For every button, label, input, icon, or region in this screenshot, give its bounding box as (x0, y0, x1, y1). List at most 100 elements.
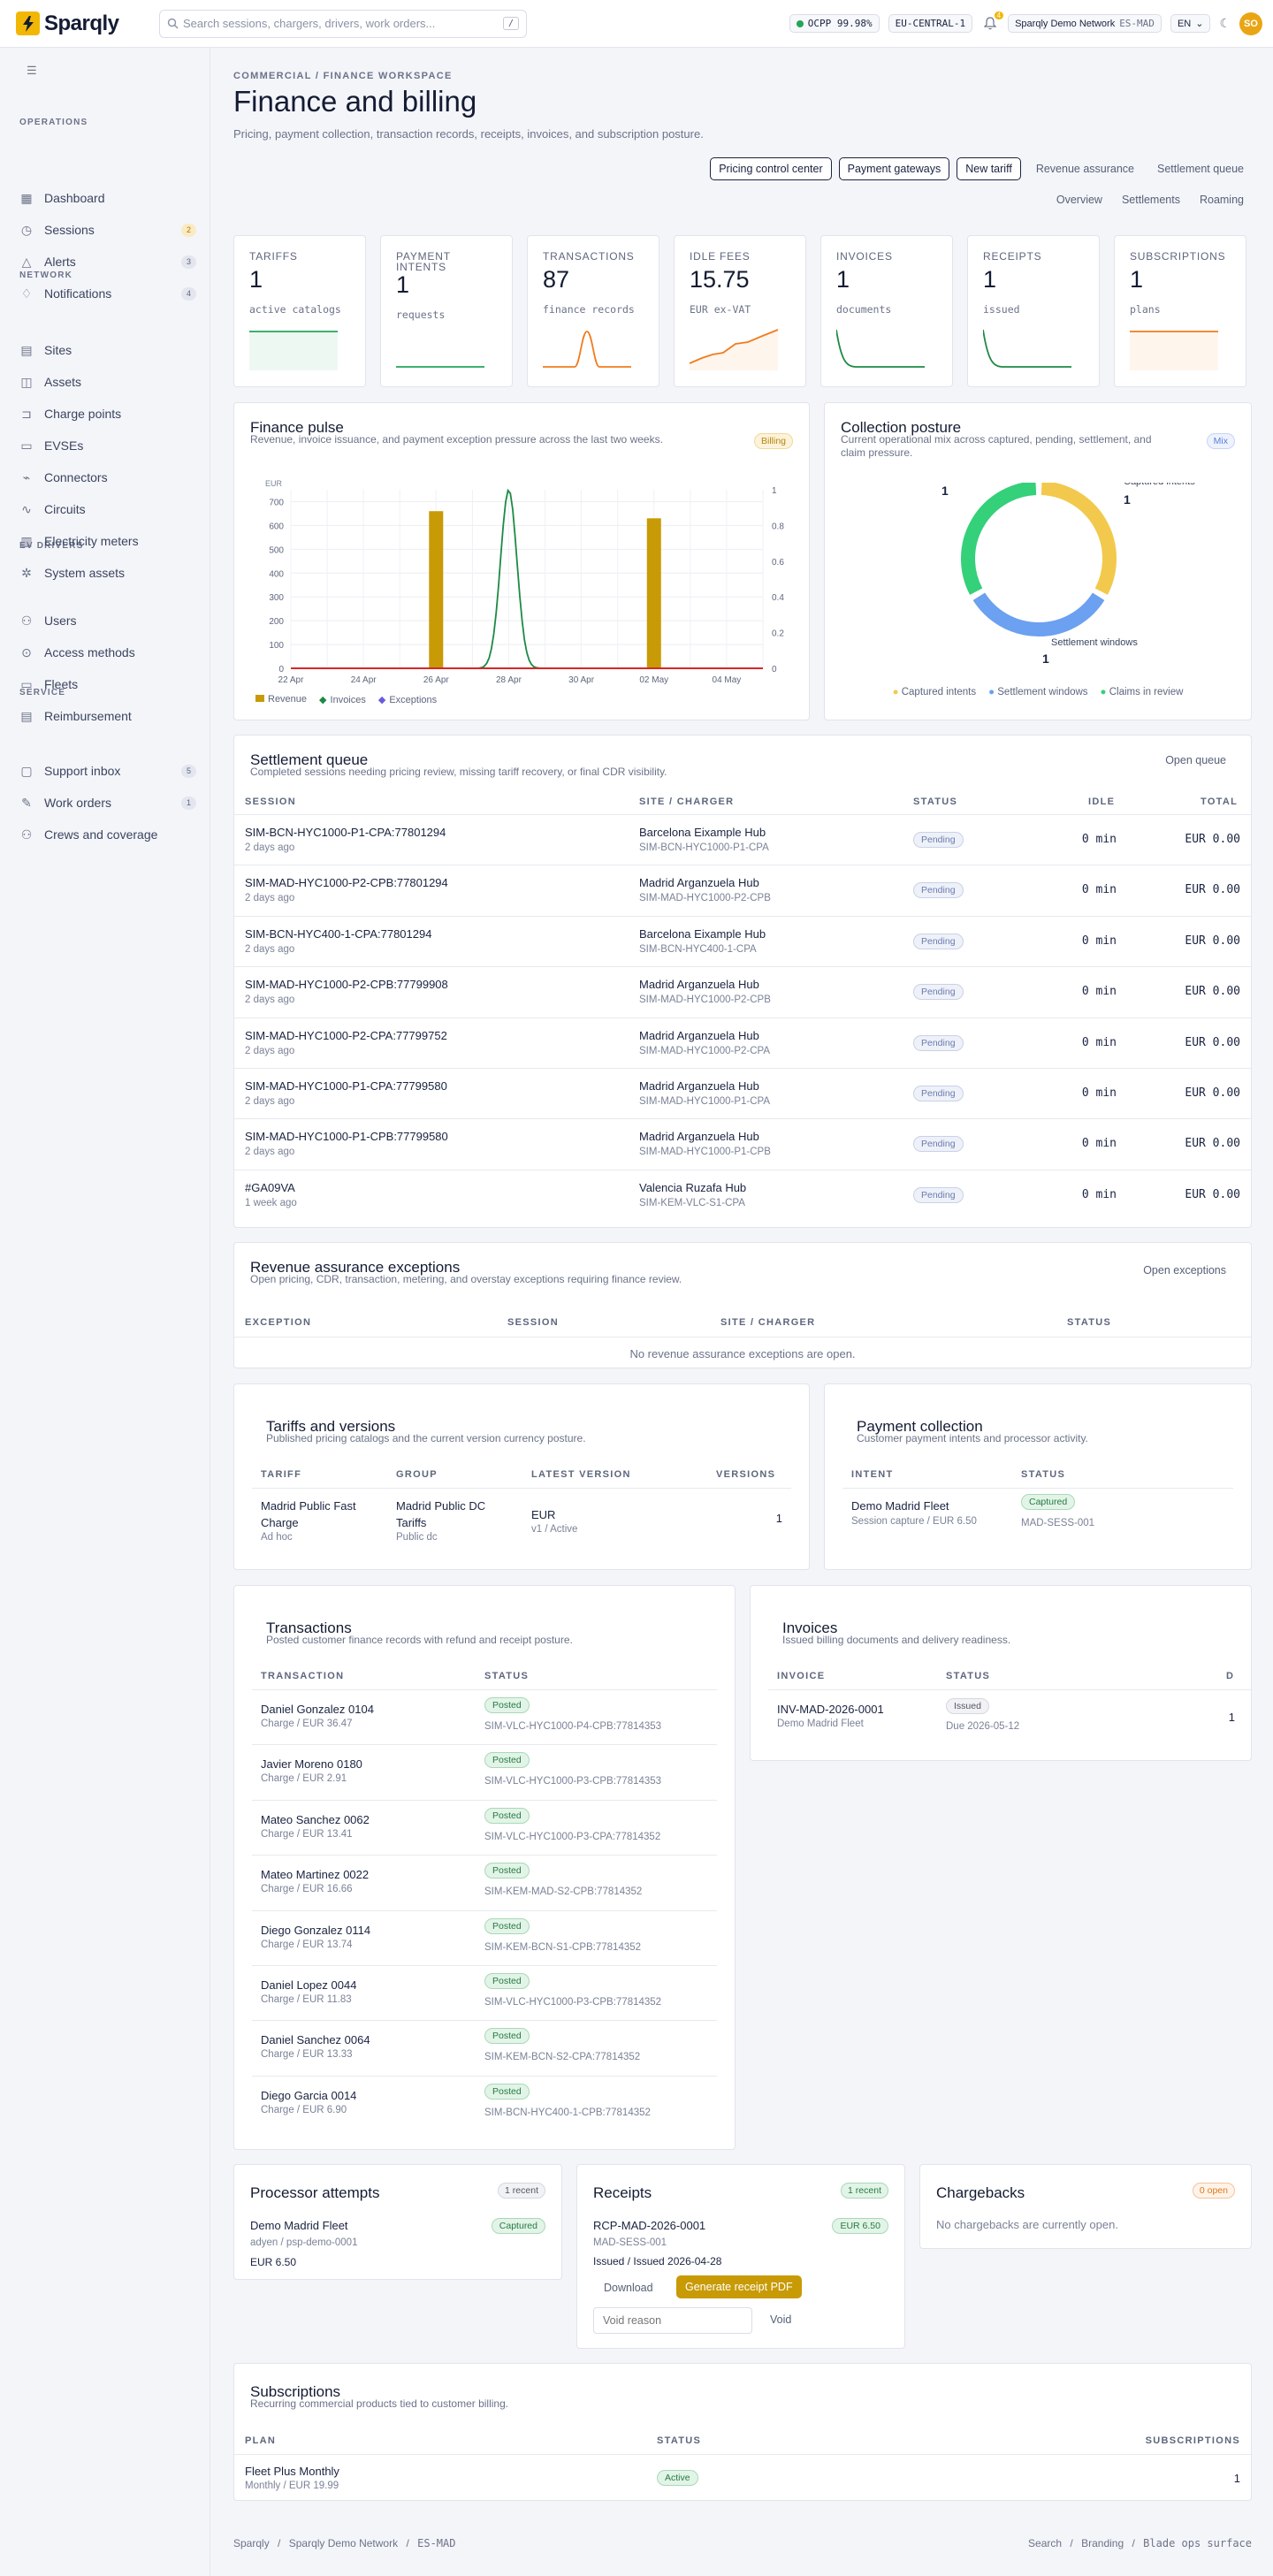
session-id[interactable]: SIM-MAD-HYC1000-P2-CPB:77801294 (245, 876, 448, 889)
generate-receipt-pdf-button[interactable]: Generate receipt PDF (676, 2275, 802, 2298)
table-row[interactable]: Madrid Public Fast Charge Ad hoc Madrid … (252, 1488, 791, 1550)
revenue-assurance-link[interactable]: Revenue assurance (1028, 158, 1142, 179)
stat-card-subscriptions[interactable]: SUBSCRIPTIONS 1 plans (1114, 235, 1246, 387)
session-id[interactable]: SIM-MAD-HYC1000-P1-CPA:77799580 (245, 1079, 447, 1093)
download-button[interactable]: Download (604, 2282, 653, 2294)
settlements-link[interactable]: Settlements (1114, 189, 1188, 210)
stat-card-tariffs[interactable]: TARIFFS 1 active catalogs (233, 235, 366, 387)
table-row[interactable]: Javier Moreno 0180 Charge / EUR 2.91 Poste… (252, 1744, 717, 1799)
box-icon: ◫ (20, 374, 33, 389)
notification-count: 4 (994, 11, 1004, 19)
new-tariff-button[interactable]: New tariff (957, 157, 1021, 180)
sidebar-item-connectors[interactable]: ⌁ Connectors (19, 467, 196, 488)
sidebar-item-dashboard[interactable]: ▦ Dashboard (19, 187, 196, 209)
stat-label: RECEIPTS (983, 250, 1042, 263)
roaming-link[interactable]: Roaming (1192, 189, 1252, 210)
table-row[interactable]: Diego Garcia 0014 Charge / EUR 6.90 Posted… (252, 2075, 717, 2130)
x-tick-label: 04 May (713, 675, 742, 685)
sidebar-item-work-orders[interactable]: ✎ Work orders 1 (19, 792, 196, 813)
overview-link[interactable]: Overview (1048, 189, 1110, 210)
session-id[interactable]: SIM-MAD-HYC1000-P2-CPB:77799908 (245, 978, 448, 991)
table-row[interactable]: SIM-MAD-HYC1000-P1-CPB:77799580 2 days ag… (234, 1118, 1251, 1169)
open-queue-button[interactable]: Open queue (1165, 754, 1226, 766)
sidebar-item-users[interactable]: ⚇ Users (19, 610, 196, 631)
open-exceptions-button[interactable]: Open exceptions (1143, 1264, 1226, 1277)
revenue-bar[interactable] (646, 518, 661, 668)
table-row[interactable]: Mateo Sanchez 0062 Charge / EUR 13.41 Post… (252, 1799, 717, 1855)
notifications-button[interactable]: 4 (981, 11, 1004, 33)
sidebar-item-fleets[interactable]: ▭ Fleets (19, 674, 196, 695)
logo[interactable]: Sparqly (16, 11, 159, 36)
table-row[interactable]: INV-MAD-2026-0001 Demo Madrid Fleet Issu… (768, 1689, 1251, 1744)
table-row[interactable]: SIM-MAD-HYC1000-P2-CPB:77801294 2 days ag… (234, 865, 1251, 915)
payment-gateways-button[interactable]: Payment gateways (838, 157, 950, 180)
table-row[interactable]: Daniel Sanchez 0064 Charge / EUR 13.33 Pos… (252, 2020, 717, 2075)
connector-icon: ⌁ (22, 469, 31, 484)
sidebar-item-system-assets[interactable]: ✲ System assets (19, 562, 196, 583)
table-row[interactable]: #GA09VA 1 week ago Valencia Ruzafa Hub SIM-… (234, 1169, 1251, 1220)
table-row[interactable]: Daniel Lopez 0044 Charge / EUR 11.83 Poste… (252, 1965, 717, 2020)
table-row[interactable]: SIM-BCN-HYC1000-P1-CPA:77801294 2 days ag… (234, 814, 1251, 865)
collapse-sidebar-icon[interactable]: ☰ (27, 64, 37, 78)
sidebar-item-reimbursement[interactable]: ▤ Reimbursement (19, 705, 196, 727)
donut-slice-captured-intents[interactable] (1041, 483, 1117, 595)
network-switcher[interactable]: Sparqly Demo Network ES-MAD (1008, 14, 1162, 33)
settlement-queue-link[interactable]: Settlement queue (1149, 158, 1252, 179)
footer-branding-link[interactable]: Branding (1081, 2537, 1124, 2549)
void-button[interactable]: Void (770, 2313, 791, 2326)
sidebar-item-assets[interactable]: ◫ Assets (19, 371, 196, 392)
ocpp-status[interactable]: OCPP 99.98% (789, 14, 880, 33)
table-row[interactable]: Mateo Martinez 0022 Charge / EUR 16.66 Pos… (252, 1855, 717, 1909)
session-id[interactable]: #GA09VA (245, 1181, 295, 1194)
revenue-bar[interactable] (429, 511, 444, 668)
table-row[interactable]: Demo Madrid Fleet Session capture / EUR … (842, 1488, 1233, 1541)
donut-value: 1 (1042, 652, 1049, 666)
donut-slice-settlement-windows[interactable] (972, 592, 1105, 636)
table-row[interactable]: Fleet Plus Monthly Monthly / EUR 19.99 A… (234, 2454, 1251, 2500)
session-id[interactable]: SIM-BCN-HYC400-1-CPA:77801294 (245, 927, 431, 941)
stat-card-invoices[interactable]: INVOICES 1 documents (820, 235, 953, 387)
donut-slice-claims-in-review[interactable] (961, 483, 1037, 595)
donut-label: Captured intents (1124, 483, 1195, 487)
stat-card-idle-fees[interactable]: IDLE FEES 15.75 EUR ex-VAT (674, 235, 806, 387)
void-reason-input[interactable] (593, 2307, 752, 2334)
sidebar-item-electricity-meters[interactable]: ▥ Electricity meters (19, 530, 196, 552)
table-row[interactable]: SIM-BCN-HYC400-1-CPA:77801294 2 days ago B… (234, 915, 1251, 966)
sidebar-item-support-inbox[interactable]: ▢ Support inbox 5 (19, 760, 196, 781)
table-row[interactable]: Daniel Gonzalez 0104 Charge / EUR 36.47 Po… (252, 1689, 717, 1744)
region-chip[interactable]: EU-CENTRAL-1 (888, 14, 973, 33)
sidebar-item-crews-and-coverage[interactable]: ⚇ Crews and coverage (19, 824, 196, 845)
pricing-control-center-button[interactable]: Pricing control center (710, 157, 832, 180)
sidebar-item-count: 1 (181, 796, 196, 810)
table-row[interactable]: SIM-MAD-HYC1000-P2-CPA:77799752 2 days ag… (234, 1017, 1251, 1068)
col-invoice: INVOICE (777, 1671, 826, 1681)
stat-card-payment-intents[interactable]: PAYMENT INTENTS 1 requests (380, 235, 513, 387)
theme-toggle-moon-icon[interactable]: ☾ (1219, 16, 1231, 31)
sidebar-item-sites[interactable]: ▤ Sites (19, 339, 196, 361)
language-select[interactable]: EN ⌄ (1170, 14, 1211, 33)
version-state: v1 / Active (531, 1524, 578, 1535)
sidebar-item-access-methods[interactable]: ⊙ Access methods (19, 642, 196, 663)
stat-card-transactions[interactable]: TRANSACTIONS 87 finance records (527, 235, 659, 387)
sidebar-item-notifications[interactable]: ♢ Notifications 4 (19, 283, 196, 304)
search-input[interactable]: Search sessions, chargers, drivers, work… (159, 9, 527, 38)
table-row[interactable]: SIM-MAD-HYC1000-P2-CPB:77799908 2 days ag… (234, 966, 1251, 1017)
footer-link-sparqly[interactable]: Sparqly (233, 2537, 270, 2549)
sidebar-item-sessions[interactable]: ◷ Sessions 2 (19, 219, 196, 240)
sidebar-item-evses[interactable]: ▭ EVSEs (19, 435, 196, 456)
footer-search-link[interactable]: Search (1028, 2537, 1062, 2549)
footer-link-network[interactable]: Sparqly Demo Network (289, 2537, 398, 2549)
sidebar-item-charge-points[interactable]: ⊐ Charge points (19, 403, 196, 424)
avatar[interactable]: SO (1239, 11, 1262, 35)
x-tick-label: 28 Apr (496, 675, 522, 685)
session-id[interactable]: SIM-BCN-HYC1000-P1-CPA:77801294 (245, 826, 446, 839)
sidebar-item-alerts[interactable]: △ Alerts 3 (19, 251, 196, 272)
session-id[interactable]: SIM-MAD-HYC1000-P1-CPB:77799580 (245, 1130, 448, 1143)
sidebar-item-circuits[interactable]: ∿ Circuits (19, 499, 196, 520)
table-row[interactable]: SIM-MAD-HYC1000-P1-CPA:77799580 2 days ag… (234, 1068, 1251, 1118)
stat-card-receipts[interactable]: RECEIPTS 1 issued (967, 235, 1100, 387)
session-id[interactable]: SIM-MAD-HYC1000-P2-CPA:77799752 (245, 1029, 447, 1042)
sidebar-item-label: Assets (44, 375, 82, 389)
col-total: TOTAL (1201, 796, 1239, 807)
table-row[interactable]: Diego Gonzalez 0114 Charge / EUR 13.74 Pos… (252, 1909, 717, 1965)
